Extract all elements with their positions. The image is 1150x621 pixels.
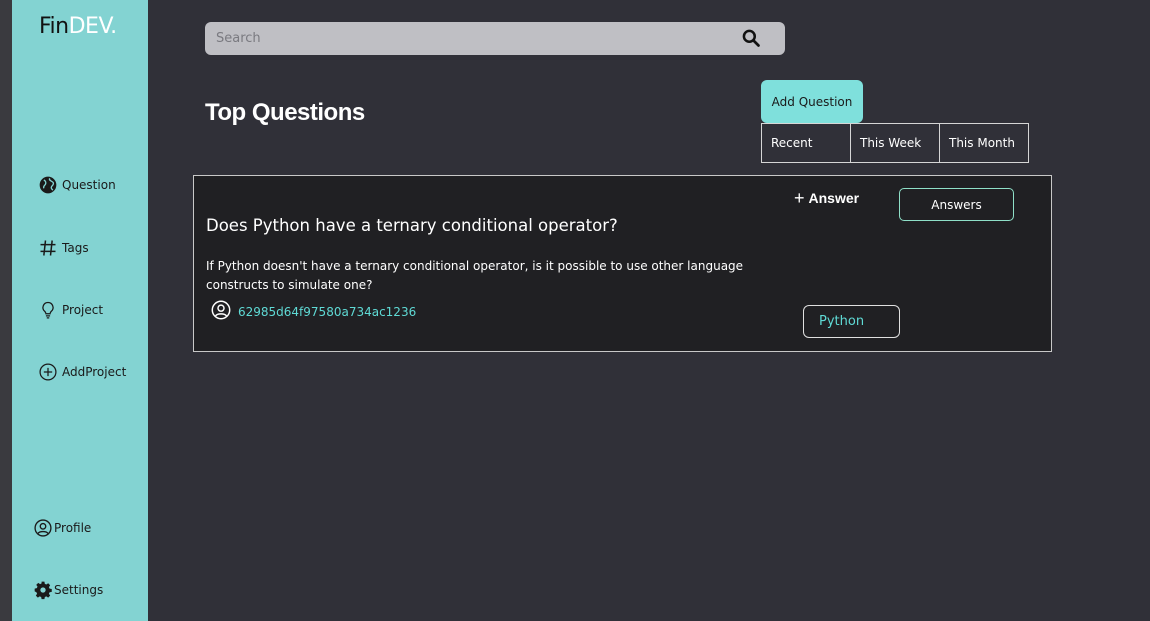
sidebar: FinDEV. Question Tags Project AddProject	[12, 0, 148, 621]
plus-icon: +	[794, 188, 805, 208]
sidebar-item-settings[interactable]: Settings	[33, 580, 103, 600]
question-body: If Python doesn't have a ternary conditi…	[206, 259, 744, 292]
sidebar-item-question[interactable]: Question	[38, 175, 116, 195]
gear-icon	[34, 581, 52, 600]
sidebar-item-project[interactable]: Project	[38, 300, 103, 320]
sidebar-item-addproject[interactable]: AddProject	[38, 362, 126, 382]
window-left-edge	[0, 0, 12, 621]
sidebar-item-label: Settings	[54, 583, 104, 597]
user-circle-icon	[211, 300, 231, 320]
question-title[interactable]: Does Python have a ternary conditional o…	[206, 216, 618, 235]
search-icon[interactable]	[741, 28, 761, 48]
add-question-button[interactable]: Add Question	[761, 80, 863, 123]
sidebar-item-label: Project	[62, 303, 104, 317]
sidebar-item-label: Question	[62, 178, 116, 192]
question-card: + Answer Answers Does Python have a tern…	[193, 175, 1052, 352]
filter-tabs: Recent This Week This Month	[761, 123, 1029, 163]
tag-python[interactable]: Python	[803, 305, 900, 338]
answers-button[interactable]: Answers	[899, 188, 1014, 221]
sidebar-item-tags[interactable]: Tags	[38, 238, 89, 258]
logo-dev: DEV.	[68, 14, 118, 39]
search-input[interactable]	[205, 22, 785, 55]
author-id[interactable]: 62985d64f97580a734ac1236	[238, 305, 416, 319]
page-title: Top Questions	[205, 99, 365, 126]
user-circle-icon	[34, 519, 52, 537]
app-logo[interactable]: FinDEV.	[39, 14, 117, 39]
sidebar-item-label: AddProject	[62, 365, 127, 379]
plus-circle-icon	[39, 363, 57, 381]
filter-recent[interactable]: Recent	[761, 123, 851, 163]
filter-this-month[interactable]: This Month	[939, 123, 1029, 163]
filter-this-week[interactable]: This Week	[850, 123, 940, 163]
logo-fin: Fin	[39, 14, 69, 39]
hash-icon	[40, 240, 56, 256]
search-bar	[205, 22, 785, 55]
globe-icon	[39, 176, 57, 194]
add-answer-link[interactable]: + Answer	[794, 188, 860, 208]
sidebar-item-label: Profile	[54, 521, 92, 535]
lightbulb-icon	[42, 301, 54, 319]
sidebar-item-profile[interactable]: Profile	[33, 518, 91, 538]
add-answer-label: Answer	[808, 190, 860, 206]
question-author[interactable]: 62985d64f97580a734ac1236	[210, 299, 416, 321]
sidebar-item-label: Tags	[62, 241, 89, 255]
